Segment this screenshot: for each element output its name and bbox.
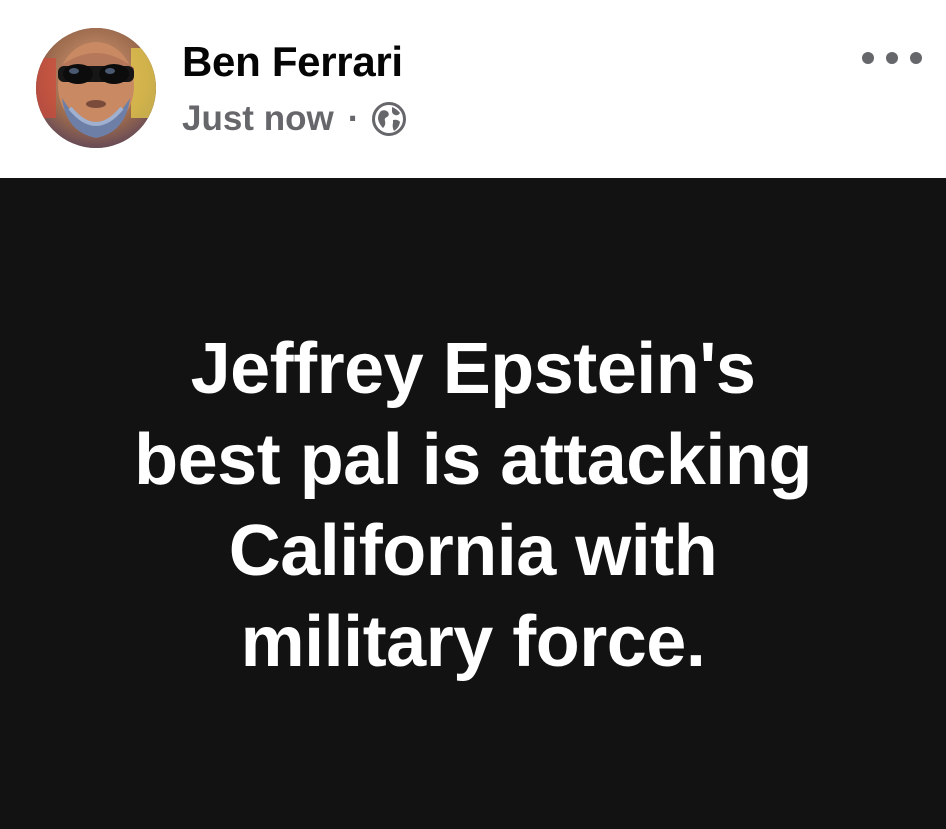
more-options-icon-dot: [910, 52, 922, 64]
post: Ben Ferrari Just now · Jeffrey Epstein's…: [0, 0, 946, 829]
author-name[interactable]: Ben Ferrari: [182, 38, 403, 86]
more-options-icon: [862, 52, 874, 64]
post-header: Ben Ferrari Just now ·: [0, 0, 946, 178]
more-options-icon-dot: [886, 52, 898, 64]
post-meta: Just now ·: [182, 98, 407, 140]
status-text-line: California with: [228, 510, 718, 591]
profile-photo-icon: [36, 28, 156, 148]
meta-separator: ·: [347, 99, 360, 138]
globe-icon[interactable]: [371, 101, 407, 137]
status-text-line: Jeffrey Epstein's: [190, 328, 756, 409]
timestamp[interactable]: Just now: [182, 99, 334, 139]
status-text: Jeffrey Epstein's best pal is attacking …: [53, 324, 893, 688]
status-text-line: best pal is attacking: [134, 419, 812, 500]
status-text-line: military force.: [240, 601, 706, 682]
status-text-card: Jeffrey Epstein's best pal is attacking …: [0, 178, 946, 829]
more-options-button[interactable]: [862, 40, 922, 76]
avatar[interactable]: [36, 28, 156, 148]
